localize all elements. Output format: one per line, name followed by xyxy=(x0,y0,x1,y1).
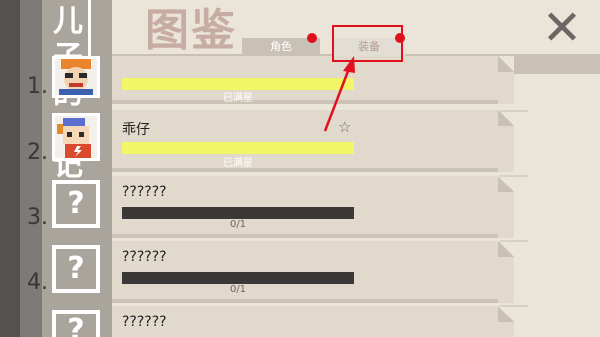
annotation-arrow-icon xyxy=(323,56,355,132)
